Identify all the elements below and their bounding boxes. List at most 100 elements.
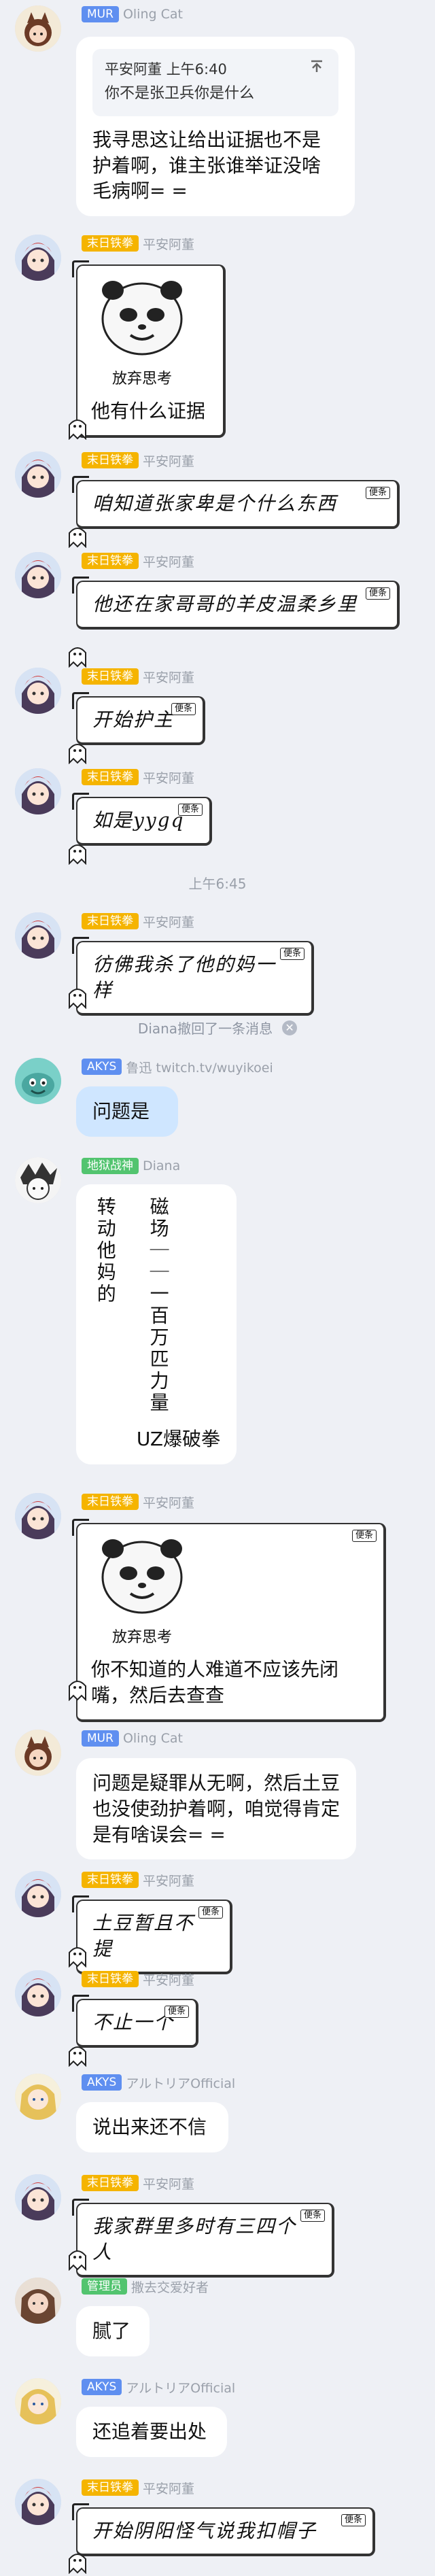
- avatar[interactable]: [15, 768, 61, 814]
- sender-name[interactable]: 平安阿董: [143, 235, 194, 253]
- message-text: 他有什么证据: [91, 400, 206, 423]
- ghost-decoration-icon: [65, 1677, 90, 1701]
- message-bubble[interactable]: 便条 开始护主: [72, 692, 205, 745]
- message-bubble[interactable]: 便条 土豆暂且不提: [72, 1895, 232, 1974]
- sender-name[interactable]: 撒去交爱好者: [131, 2278, 209, 2296]
- title-badge: 末日铁拳: [82, 1494, 139, 1510]
- title-badge: AKYS: [82, 2074, 122, 2091]
- sender-name[interactable]: 平安阿董: [143, 1970, 194, 1989]
- sender-meta: AKYS 鲁迅 twitch.tv/wuyikoei: [82, 1058, 273, 1076]
- ghost-decoration-icon: [65, 415, 90, 440]
- avatar[interactable]: [15, 5, 61, 52]
- message-bubble[interactable]: 问题是: [76, 1086, 178, 1137]
- title-badge: 末日铁拳: [82, 2175, 139, 2191]
- message-bubble[interactable]: 放弃思考 他有什么证据: [72, 260, 226, 439]
- avatar[interactable]: [15, 235, 61, 281]
- message-bubble[interactable]: 说出来还不信: [76, 2102, 228, 2152]
- sender-meta: AKYS アルトリアOfficial: [82, 2378, 235, 2396]
- avatar[interactable]: [15, 1871, 61, 1917]
- message-bubble[interactable]: 平安阿董 上午6:40 你不是张卫兵你是什么 我寻思这让给出证据也不是护着啊，谁…: [76, 37, 355, 217]
- title-badge: 末日铁拳: [82, 553, 139, 569]
- title-badge: 末日铁拳: [82, 1971, 139, 1987]
- message-bubble[interactable]: 问题是疑罪从无啊，然后土豆也没使劲护着啊，咱觉得肯定是有啥误会= =: [76, 1758, 356, 1860]
- meme-caption: 放弃思考: [111, 370, 172, 388]
- sender-meta: 末日铁拳 平安阿董: [82, 768, 194, 786]
- sender-name[interactable]: 平安阿董: [143, 1493, 194, 1511]
- ghost-decoration-icon: [65, 523, 90, 548]
- sender-name[interactable]: 平安阿董: [143, 552, 194, 570]
- close-icon[interactable]: ✕: [282, 1020, 298, 1035]
- title-badge: AKYS: [82, 1059, 122, 1075]
- avatar[interactable]: [15, 552, 61, 598]
- message-bubble[interactable]: 便条 不止一个: [72, 1995, 198, 2048]
- avatar[interactable]: [15, 668, 61, 714]
- note-tag: 便条: [171, 703, 196, 715]
- message-text: 不止一个: [92, 2011, 175, 2033]
- sender-name[interactable]: 平安阿董: [143, 451, 194, 470]
- message-bubble[interactable]: 便条 放弃思考 你不知道的人难道不应该先闭嘴，然后去查查: [72, 1518, 386, 1723]
- avatar[interactable]: [15, 912, 61, 959]
- meme-sticker[interactable]: 放弃思考: [90, 1534, 194, 1647]
- note-tag: 便条: [365, 587, 390, 600]
- message-text: 如是yygq: [92, 809, 185, 831]
- sender-meta: 管理员 撒去交爱好者: [82, 2278, 209, 2295]
- message-bubble[interactable]: 转动他妈的 磁场｜｜一百万匹力量 UZ爆破拳: [76, 1184, 237, 1464]
- meme-sticker[interactable]: 放弃思考: [90, 275, 194, 389]
- message-bubble[interactable]: 便条 如是yygq: [72, 793, 212, 846]
- vertical-text: 转动他妈的 磁场｜｜一百万匹力量: [92, 1197, 220, 1414]
- message-bubble[interactable]: 便条 他还在家哥哥的羊皮温柔乡里: [72, 577, 400, 630]
- message-text: 开始阴阳怪气说我扣帽子: [92, 2520, 317, 2542]
- title-badge: 地狱战神: [82, 1158, 139, 1174]
- title-badge: 管理员: [82, 2278, 127, 2295]
- sender-name[interactable]: アルトリアOfficial: [126, 2378, 235, 2397]
- message-text: 说出来还不信: [92, 2116, 207, 2138]
- sender-name[interactable]: Diana: [143, 1158, 180, 1173]
- avatar[interactable]: [15, 1730, 61, 1776]
- sender-name[interactable]: 鲁迅 twitch.tv/wuyikoei: [126, 1058, 273, 1076]
- jump-to-quote-icon[interactable]: [309, 58, 325, 75]
- message-text: 腻了: [92, 2320, 131, 2342]
- sender-name[interactable]: 平安阿董: [143, 768, 194, 787]
- ghost-decoration-icon: [65, 2042, 90, 2067]
- avatar[interactable]: [15, 2378, 61, 2424]
- avatar[interactable]: [15, 1157, 61, 1203]
- avatar[interactable]: [15, 2479, 61, 2525]
- quoted-reply[interactable]: 平安阿董 上午6:40 你不是张卫兵你是什么: [92, 49, 338, 116]
- message-text: 彷佛我杀了他的妈一样: [92, 953, 277, 1001]
- sender-name[interactable]: 平安阿董: [143, 2479, 194, 2497]
- ghost-decoration-icon: [65, 643, 90, 668]
- message-bubble[interactable]: 便条 咱知道张家卑是个什么东西: [72, 476, 400, 529]
- sender-name[interactable]: Oling Cat: [123, 1731, 183, 1746]
- sender-name[interactable]: 平安阿董: [143, 1871, 194, 1889]
- avatar[interactable]: [15, 2174, 61, 2220]
- message-text: 还追着要出处: [92, 2420, 207, 2443]
- system-notice: Diana撤回了一条消息 ✕: [0, 1018, 435, 1037]
- message-text: UZ爆破拳: [136, 1428, 220, 1450]
- note-tag: 便条: [365, 487, 390, 499]
- message-text: 问题是疑罪从无啊，然后土豆也没使劲护着啊，咱觉得肯定是有啥误会= =: [92, 1772, 341, 1846]
- ghost-decoration-icon: [65, 1943, 90, 1968]
- quote-sender: 平安阿董 上午6:40: [105, 61, 227, 78]
- sender-meta: MUR Oling Cat: [82, 5, 183, 23]
- message-bubble[interactable]: 还追着要出处: [76, 2407, 227, 2457]
- avatar[interactable]: [15, 1970, 61, 2016]
- avatar[interactable]: [15, 2278, 61, 2324]
- sender-name[interactable]: 平安阿董: [143, 2174, 194, 2193]
- sender-name[interactable]: Oling Cat: [123, 7, 183, 22]
- message-bubble[interactable]: 便条 彷佛我杀了他的妈一样: [72, 937, 314, 1016]
- avatar[interactable]: [15, 451, 61, 498]
- meme-caption: 放弃思考: [111, 1628, 172, 1646]
- sender-name[interactable]: 平安阿董: [143, 912, 194, 931]
- message-text: 土豆暂且不提: [92, 1912, 195, 1960]
- title-badge: 末日铁拳: [82, 452, 139, 468]
- sender-name[interactable]: アルトリアOfficial: [126, 2074, 235, 2092]
- sender-name[interactable]: 平安阿董: [143, 668, 194, 686]
- message-bubble[interactable]: 便条 开始阴阳怪气说我扣帽子: [72, 2503, 375, 2556]
- title-badge: 末日铁拳: [82, 2479, 139, 2496]
- avatar[interactable]: [15, 2074, 61, 2120]
- message-bubble[interactable]: 便条 我家群里多时有三四个人: [72, 2199, 334, 2278]
- avatar[interactable]: [15, 1058, 61, 1104]
- avatar[interactable]: [15, 1493, 61, 1539]
- sender-meta: 末日铁拳 平安阿董: [82, 2174, 194, 2192]
- message-bubble[interactable]: 腻了: [76, 2306, 150, 2356]
